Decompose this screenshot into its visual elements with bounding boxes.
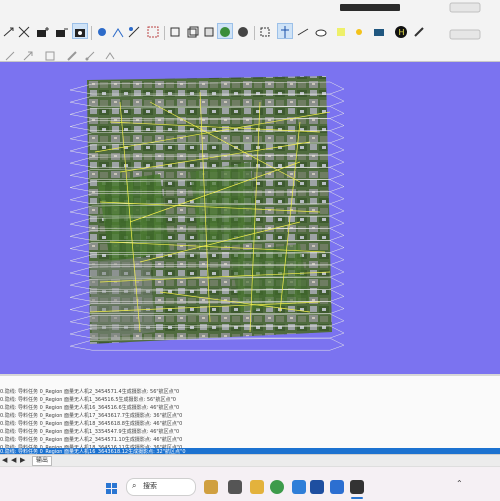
erase-icon[interactable] (66, 47, 78, 61)
tray-chevron-icon[interactable]: ⌃ (456, 479, 463, 488)
cube-icon[interactable] (168, 24, 182, 38)
green-field-area-2 (190, 162, 258, 250)
highlight-icon[interactable] (334, 24, 348, 38)
flight-strip (69, 337, 345, 351)
cloud-icon[interactable] (314, 24, 328, 38)
windows-icon (106, 483, 117, 494)
store-icon[interactable] (310, 480, 324, 494)
window-control-2 (449, 29, 481, 40)
pen-icon[interactable] (412, 24, 426, 38)
active-app-icon[interactable] (350, 480, 364, 494)
log-row[interactable]: 0.隐线: 导料任务 0_Region 面量无人机18_3645618.8生成摄… (0, 420, 500, 428)
arrow-icon[interactable] (22, 47, 34, 61)
main-toolbar: H (0, 0, 500, 46)
active-app-indicator (351, 497, 363, 499)
camera-icon[interactable] (72, 23, 88, 39)
cube-wire-icon[interactable] (186, 24, 200, 38)
brush-icon[interactable] (4, 47, 16, 61)
pin-icon[interactable] (277, 23, 293, 39)
box-icon[interactable] (202, 24, 216, 38)
log-row[interactable]: 0.隐线: 导料任务 0_Region 面量无人机1_3354547.9生成摄影… (0, 428, 500, 436)
svg-text:H: H (399, 28, 405, 37)
shape-icon[interactable] (44, 47, 56, 61)
log-row[interactable]: 0.隐线: 导料任务 0_Region 面量无人机2_3454571.4生成摄影… (0, 388, 500, 396)
mail-icon[interactable] (330, 480, 344, 494)
search-placeholder: 搜索 (143, 482, 157, 490)
widgets-icon[interactable] (204, 480, 218, 494)
window-control (449, 2, 481, 13)
output-log-panel: 0.隐线: 导料任务 0_Region 面量无人机2_3454571.4生成摄影… (0, 374, 500, 456)
aerial-map-view (69, 76, 345, 351)
log-row[interactable]: 0.隐线: 导料任务 0_Region 面量无人机2_3454571.10生成摄… (0, 436, 500, 444)
map-viewport[interactable] (0, 62, 500, 374)
edit-icon[interactable] (84, 47, 96, 61)
sun-icon[interactable] (352, 24, 366, 38)
crop-icon[interactable] (258, 24, 272, 38)
help-icon[interactable]: H (394, 24, 408, 38)
toolbar-label-bg (340, 4, 400, 11)
taskbar-search[interactable]: ⌕ 搜索 (126, 478, 196, 496)
task-view-icon[interactable] (228, 480, 242, 494)
file-explorer-icon[interactable] (250, 480, 264, 494)
grid-icon[interactable] (146, 24, 160, 38)
select-tool-icon[interactable] (2, 24, 16, 38)
drone-icon[interactable] (95, 24, 109, 38)
browser-icon[interactable] (270, 480, 284, 494)
output-tab[interactable]: 输出 (32, 456, 53, 466)
draw-icon[interactable] (104, 47, 116, 60)
route-icon[interactable] (111, 24, 125, 38)
move-tool-icon[interactable] (17, 24, 31, 38)
layers-icon[interactable] (372, 24, 386, 38)
nav-prev-icon[interactable]: ◀ (11, 456, 16, 464)
nav-next-icon[interactable]: ▶ (20, 456, 25, 464)
nav-first-icon[interactable]: ◀ (2, 456, 7, 464)
edge-icon[interactable] (292, 480, 306, 494)
log-row[interactable]: 0.隐线: 导料任务 0_Region 面量无人机1_364516.5生成摄影点… (0, 396, 500, 404)
search-icon: ⌕ (132, 481, 137, 490)
texture-icon[interactable] (217, 23, 233, 39)
secondary-toolbar (0, 45, 500, 62)
route-edit-icon[interactable] (127, 24, 141, 38)
camera-remove-icon[interactable] (55, 24, 69, 38)
os-taskbar: ⌕ 搜索 ⌃ (0, 466, 500, 501)
start-button[interactable] (106, 480, 118, 494)
measure-icon[interactable] (296, 24, 310, 38)
log-row[interactable]: 0.隐线: 导料任务 0_Region 面量无人机16_364516.6生成摄影… (0, 404, 500, 412)
camera-add-icon[interactable] (36, 24, 50, 38)
sphere-icon[interactable] (236, 24, 250, 38)
log-row[interactable]: 0.隐线: 导料任务 0_Region 面量无人机17_3643617.7生成摄… (0, 412, 500, 420)
